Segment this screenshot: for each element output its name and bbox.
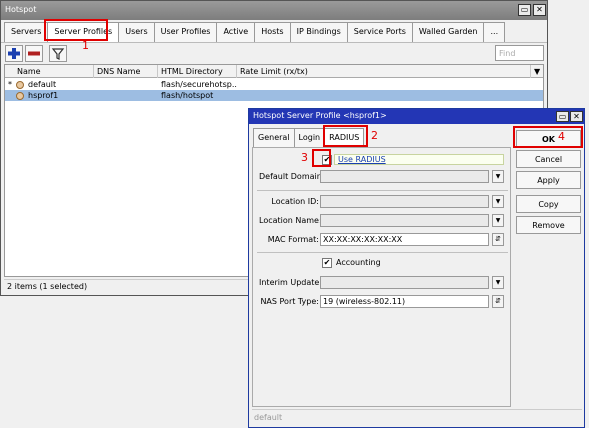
radius-panel: ✔ Use RADIUS Default Domain: ▼ Location …	[252, 147, 511, 407]
nas-port-type-field[interactable]: 19 (wireless-802.11)	[320, 295, 489, 308]
row-dns-name	[94, 90, 158, 101]
add-button[interactable]	[5, 45, 23, 62]
separator	[257, 252, 508, 253]
annotation-number: 2	[371, 129, 378, 142]
row-name: hsprof1	[28, 91, 59, 100]
location-name-label: Location Name:	[259, 216, 322, 225]
profile-window-title: Hotspot Server Profile <hsprof1>	[253, 111, 387, 120]
interim-update-dropdown-icon[interactable]: ▼	[492, 276, 504, 289]
mac-format-field[interactable]: XX:XX:XX:XX:XX:XX	[320, 233, 489, 246]
row-rate-limit	[237, 90, 327, 101]
hotspot-titlebar[interactable]: Hotspot ▭ ✕	[1, 1, 547, 20]
tab-walled-garden[interactable]: Walled Garden	[411, 22, 485, 42]
minus-icon	[28, 51, 40, 56]
filter-button[interactable]	[49, 45, 67, 62]
close-button[interactable]: ✕	[570, 111, 583, 122]
nas-port-type-label: NAS Port Type:	[260, 297, 319, 306]
location-id-field[interactable]	[320, 195, 489, 208]
profile-titlebar[interactable]: Hotspot Server Profile <hsprof1> ▭ ✕	[249, 109, 584, 124]
default-domain-field[interactable]	[320, 170, 489, 183]
location-name-dropdown-icon[interactable]: ▼	[492, 214, 504, 227]
annotation-number: 1	[82, 39, 89, 52]
default-domain-dropdown-icon[interactable]: ▼	[492, 170, 504, 183]
tab-login[interactable]: Login	[293, 128, 326, 147]
tab-more[interactable]: ...	[483, 22, 506, 42]
profile-icon	[16, 81, 24, 89]
location-id-dropdown-icon[interactable]: ▼	[492, 195, 504, 208]
interim-update-field[interactable]	[320, 276, 489, 289]
tab-servers[interactable]: Servers	[4, 22, 49, 42]
column-rate-limit[interactable]: Rate Limit (rx/tx)	[237, 65, 531, 78]
annotation-number: 4	[558, 130, 565, 143]
row-html-directory: flash/securehotsp...	[161, 80, 237, 89]
remove-button[interactable]	[25, 45, 43, 62]
window-title: Hotspot	[5, 5, 37, 14]
tab-hosts[interactable]: Hosts	[254, 22, 291, 42]
location-name-field[interactable]	[320, 214, 489, 227]
row-rate-limit	[237, 79, 327, 90]
separator	[257, 190, 508, 191]
columns-dropdown-icon[interactable]: ▼	[531, 65, 545, 78]
tab-ip-bindings[interactable]: IP Bindings	[289, 22, 348, 42]
column-name[interactable]: Name	[5, 65, 94, 78]
annotation-box-use-radius	[312, 149, 331, 167]
close-button[interactable]: ✕	[533, 4, 546, 16]
tab-user-profiles[interactable]: User Profiles	[153, 22, 218, 42]
row-dns-name	[94, 79, 158, 90]
apply-button[interactable]: Apply	[516, 171, 581, 189]
accounting-label[interactable]: Accounting	[336, 258, 381, 267]
profile-icon	[16, 92, 24, 100]
column-html-directory[interactable]: HTML Directory	[158, 65, 237, 78]
location-id-label: Location ID:	[271, 197, 319, 206]
default-domain-label: Default Domain:	[259, 172, 325, 181]
copy-button[interactable]: Copy	[516, 195, 581, 213]
row-html-directory: flash/hotspot	[161, 91, 214, 100]
cancel-button[interactable]: Cancel	[516, 150, 581, 168]
mac-format-label: MAC Format:	[267, 235, 319, 244]
row-name: default	[28, 80, 57, 89]
plus-icon	[8, 48, 20, 59]
use-radius-label[interactable]: Use RADIUS	[334, 154, 504, 165]
tab-general[interactable]: General	[253, 128, 295, 147]
default-marker	[5, 90, 15, 101]
column-dns-name[interactable]: DNS Name	[94, 65, 158, 78]
restore-button[interactable]: ▭	[518, 4, 531, 16]
default-marker: *	[8, 80, 12, 89]
tab-users[interactable]: Users	[118, 22, 155, 42]
nas-port-type-spinner-icon[interactable]: ⇵	[492, 295, 504, 308]
accounting-checkbox[interactable]: ✔	[322, 258, 332, 268]
profile-window: Hotspot Server Profile <hsprof1> ▭ ✕ Gen…	[248, 108, 585, 428]
annotation-box-ok	[513, 126, 583, 148]
annotation-number: 3	[301, 151, 308, 164]
remove-profile-button[interactable]: Remove	[516, 216, 581, 234]
tab-service-ports[interactable]: Service Ports	[346, 22, 413, 42]
tab-active[interactable]: Active	[216, 22, 256, 42]
table-row-selected[interactable]: hsprof1 flash/hotspot	[5, 90, 543, 101]
find-input[interactable]: Find	[495, 45, 544, 61]
filter-icon	[51, 48, 65, 60]
annotation-box-server-profiles	[44, 19, 108, 41]
table-header: Name DNS Name HTML Directory Rate Limit …	[5, 65, 543, 78]
annotation-box-radius-tab	[323, 125, 368, 147]
restore-button[interactable]: ▭	[556, 111, 569, 122]
table-row[interactable]: * default flash/securehotsp...	[5, 79, 543, 90]
profile-status: default	[252, 409, 582, 425]
interim-update-label: Interim Update:	[259, 278, 323, 287]
mac-format-spinner-icon[interactable]: ⇵	[492, 233, 504, 246]
